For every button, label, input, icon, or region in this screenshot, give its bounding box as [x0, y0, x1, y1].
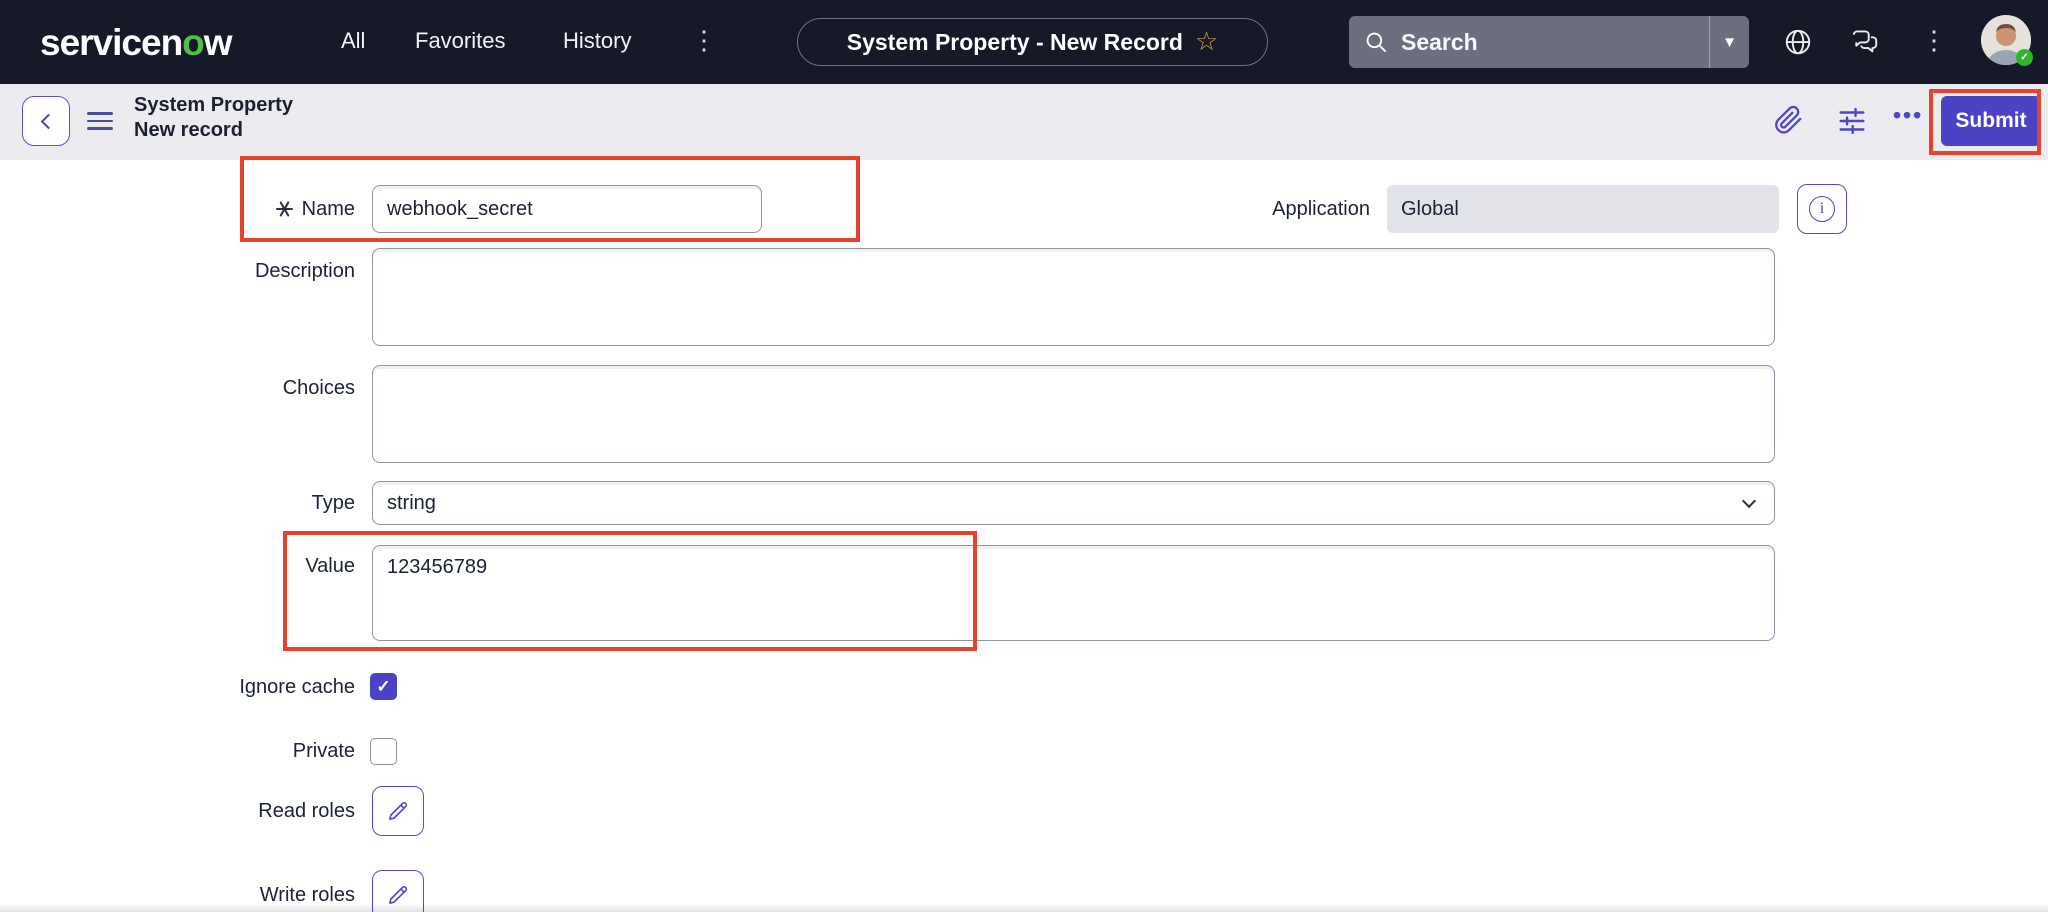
private-label-text: Private	[293, 739, 355, 763]
form-context-menu-icon[interactable]	[87, 109, 113, 133]
logo-green-o: o	[182, 22, 204, 63]
name-label-text: Name	[302, 197, 355, 221]
ignore-cache-label-text: Ignore cache	[239, 675, 355, 699]
application-readonly-field: Global	[1387, 185, 1779, 233]
record-form: Name Application Global i Description Ch…	[0, 160, 2048, 912]
favorite-star-icon[interactable]: ☆	[1195, 28, 1218, 54]
logo-text-pre: servicen	[40, 22, 182, 63]
type-label-text: Type	[312, 491, 355, 515]
name-input[interactable]	[372, 185, 762, 233]
type-select-value: string	[387, 492, 436, 515]
pencil-icon	[385, 882, 411, 908]
application-info-button[interactable]: i	[1797, 184, 1847, 234]
ignore-cache-checkbox[interactable]: ✓	[370, 673, 397, 700]
nav-overflow-kebab-icon[interactable]: ⋮	[691, 27, 717, 53]
personalize-form-icon[interactable]	[1835, 104, 1869, 138]
servicenow-app: servicenow All Favorites History ⋮ Syste…	[0, 0, 2048, 912]
top-kebab-icon[interactable]: ⋮	[1921, 27, 1947, 53]
nav-item-history[interactable]: History	[563, 28, 631, 54]
value-label-text: Value	[305, 554, 355, 578]
private-checkbox[interactable]: ✓	[370, 738, 397, 765]
info-icon: i	[1809, 196, 1835, 222]
field-label-value: Value	[100, 554, 355, 578]
field-label-private: Private	[100, 739, 355, 763]
choices-label-text: Choices	[283, 376, 355, 400]
search-icon	[1363, 29, 1389, 55]
globe-button[interactable]	[1783, 27, 1813, 57]
field-label-ignore-cache: Ignore cache	[100, 675, 355, 699]
field-label-read-roles: Read roles	[100, 799, 355, 823]
chat-button[interactable]	[1850, 27, 1880, 57]
form-header-bar: System Property New record ••• Submit	[0, 84, 2048, 160]
read-roles-edit-button[interactable]	[372, 786, 424, 836]
search-input[interactable]	[1389, 16, 1709, 68]
nav-item-favorites[interactable]: Favorites	[415, 28, 505, 54]
online-status-badge: ✓	[2016, 49, 2033, 66]
form-title-record: New record	[134, 118, 293, 143]
pencil-icon	[385, 798, 411, 824]
back-button[interactable]	[22, 96, 70, 146]
field-label-choices: Choices	[100, 376, 355, 400]
submit-button[interactable]: Submit	[1941, 96, 2041, 146]
field-label-name: Name	[100, 197, 355, 221]
search-scope-dropdown[interactable]: ▼	[1709, 16, 1749, 68]
field-label-type: Type	[100, 491, 355, 515]
chevron-down-icon	[1742, 493, 1756, 507]
attachment-button[interactable]	[1773, 104, 1805, 136]
global-search[interactable]: ▼	[1349, 16, 1749, 68]
form-title-type: System Property	[134, 93, 293, 118]
field-label-application: Application	[1140, 197, 1370, 221]
read-roles-label-text: Read roles	[258, 799, 355, 823]
user-avatar[interactable]: ✓	[1981, 15, 2031, 65]
checkmark-icon: ✓	[376, 677, 390, 697]
type-select[interactable]: string	[372, 481, 1775, 525]
field-label-description: Description	[100, 259, 355, 283]
servicenow-logo[interactable]: servicenow	[40, 22, 232, 64]
application-label-text: Application	[1272, 197, 1370, 221]
more-options-icon[interactable]: •••	[1893, 102, 1923, 129]
record-tab-label: System Property - New Record	[847, 29, 1183, 56]
write-roles-label-text: Write roles	[260, 883, 355, 907]
value-textarea[interactable]: 123456789	[372, 545, 1775, 641]
top-nav-bar: servicenow All Favorites History ⋮ Syste…	[0, 0, 2048, 84]
description-textarea[interactable]	[372, 248, 1775, 346]
required-icon	[276, 201, 293, 218]
open-record-tab[interactable]: System Property - New Record ☆	[797, 18, 1268, 66]
description-label-text: Description	[255, 259, 355, 283]
nav-item-all[interactable]: All	[341, 28, 365, 54]
choices-textarea[interactable]	[372, 365, 1775, 463]
logo-text-post: w	[204, 22, 232, 63]
field-label-write-roles: Write roles	[100, 883, 355, 907]
caret-down-icon: ▼	[1722, 34, 1737, 51]
chevron-left-icon	[40, 113, 56, 129]
write-roles-edit-button[interactable]	[372, 870, 424, 912]
form-title: System Property New record	[134, 93, 293, 143]
